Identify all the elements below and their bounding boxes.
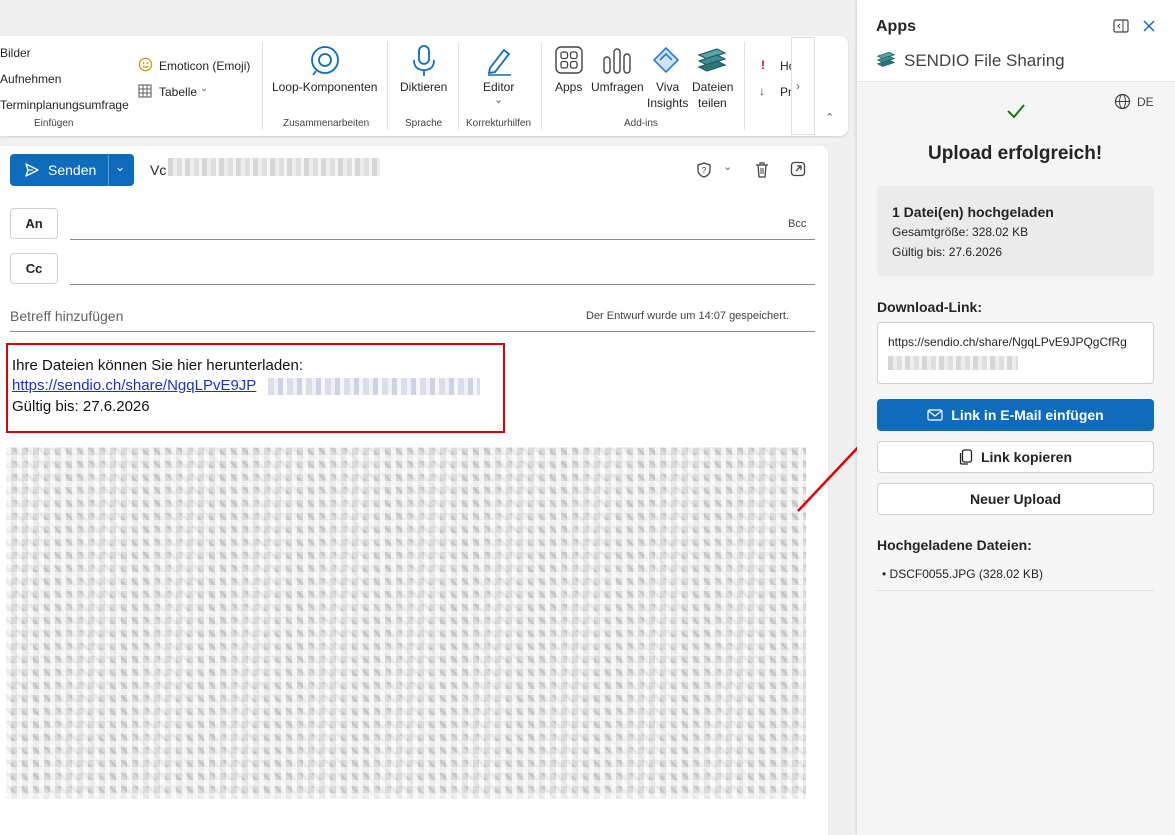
subject-input[interactable]: Betreff hinzufügen bbox=[10, 308, 123, 324]
ribbon-separator bbox=[262, 42, 263, 130]
draft-saved-status: Der Entwurf wurde um 14:07 gespeichert. bbox=[586, 310, 789, 322]
apps-grid-icon bbox=[555, 46, 583, 74]
globe-icon[interactable] bbox=[1114, 93, 1131, 110]
emoji-icon bbox=[138, 57, 153, 72]
editor-chevron-icon[interactable]: ⌄ bbox=[494, 93, 503, 106]
cc-input[interactable] bbox=[70, 257, 810, 283]
emoji-button[interactable]: Emoticon (Emoji) bbox=[159, 59, 250, 73]
ribbon-scroll-button[interactable] bbox=[791, 37, 815, 135]
apps-pane-title: Apps bbox=[876, 18, 916, 35]
ribbon-separator bbox=[387, 42, 388, 130]
copy-link-label: Link kopieren bbox=[980, 449, 1073, 465]
svg-text:?: ? bbox=[702, 166, 707, 175]
new-upload-button[interactable]: Neuer Upload bbox=[877, 483, 1154, 515]
table-icon bbox=[138, 84, 152, 98]
download-link-text[interactable]: https://sendio.ch/share/NgqLPvE9JPQgCfRg bbox=[888, 335, 1127, 349]
download-link-field[interactable] bbox=[877, 322, 1154, 384]
importance-icon: ! bbox=[761, 58, 765, 72]
download-link-label: Download-Link: bbox=[877, 299, 982, 315]
ribbon-separator bbox=[458, 42, 459, 130]
insert-link-label: Link in E-Mail einfügen bbox=[951, 407, 1104, 423]
send-icon bbox=[25, 163, 39, 177]
group-caption-proofing: Korrekturhilfen bbox=[466, 118, 532, 129]
summary-size: Gesamtgröße: 328.02 KB bbox=[892, 225, 1029, 239]
uploaded-file-item: • DSCF0055.JPG (328.02 KB) bbox=[882, 567, 1043, 581]
microphone-icon bbox=[413, 45, 435, 76]
loop-icon bbox=[311, 46, 339, 76]
language-selector[interactable]: DE bbox=[1137, 95, 1154, 109]
viva-insights-label-2[interactable]: Insights bbox=[647, 96, 688, 110]
record-button[interactable]: Aufnehmen bbox=[0, 72, 61, 86]
loop-components-button[interactable]: Loop-Komponenten bbox=[272, 80, 377, 94]
viva-insights-icon bbox=[652, 46, 680, 74]
delete-trash-icon[interactable] bbox=[754, 161, 770, 178]
dictate-button[interactable]: Diktieren bbox=[400, 80, 447, 94]
from-address-redacted bbox=[168, 158, 380, 176]
to-button[interactable]: An bbox=[10, 208, 58, 239]
group-caption-addins: Add-ins bbox=[624, 118, 658, 129]
group-caption-collab: Zusammenarbeiten bbox=[283, 118, 370, 129]
annotation-highlight-box bbox=[6, 343, 505, 433]
editor-pen-icon bbox=[487, 48, 511, 76]
sensitivity-shield-icon[interactable]: ? bbox=[696, 162, 712, 178]
from-field-prefix[interactable]: Vc bbox=[150, 162, 166, 178]
checkmark-icon bbox=[1007, 104, 1025, 119]
polls-icon bbox=[603, 48, 631, 74]
sensitivity-chevron-icon[interactable]: ⌄ bbox=[723, 160, 732, 173]
insert-link-button[interactable]: Link in E-Mail einfügen bbox=[877, 399, 1154, 431]
download-link-redacted bbox=[888, 356, 1018, 370]
summary-count: 1 Datei(en) hochgeladen bbox=[892, 204, 1054, 220]
app-name: SENDIO File Sharing bbox=[904, 51, 1065, 70]
ribbon-separator bbox=[541, 42, 542, 130]
to-input[interactable] bbox=[70, 212, 770, 238]
group-caption-insert: Einfügen bbox=[34, 118, 74, 129]
collapse-ribbon-icon[interactable]: ⌃ bbox=[825, 111, 834, 124]
polls-button[interactable]: Umfragen bbox=[591, 80, 644, 94]
pictures-button[interactable]: Bilder bbox=[0, 46, 31, 60]
copy-link-button[interactable]: Link kopieren bbox=[877, 441, 1154, 473]
low-importance-icon: ↓ bbox=[759, 84, 765, 98]
uploaded-files-label: Hochgeladene Dateien: bbox=[877, 537, 1032, 553]
scheduling-poll-button[interactable]: Terminplanungsumfrage bbox=[0, 98, 129, 112]
chevron-right-icon: › bbox=[796, 79, 800, 93]
cc-field-underline bbox=[70, 284, 815, 285]
mail-icon bbox=[927, 409, 943, 421]
copy-icon bbox=[959, 449, 973, 465]
send-options-chevron-icon[interactable]: ⌄ bbox=[115, 160, 125, 174]
email-body-redacted bbox=[6, 447, 806, 799]
summary-valid: Gültig bis: 27.6.2026 bbox=[892, 245, 1003, 259]
subject-underline bbox=[10, 331, 815, 332]
share-files-label-2[interactable]: teilen bbox=[698, 96, 727, 110]
editor-button[interactable]: Editor bbox=[483, 80, 514, 94]
share-files-label-1[interactable]: Dateien bbox=[692, 80, 733, 94]
upload-success-title: Upload erfolgreich! bbox=[928, 143, 1103, 164]
table-button[interactable]: Tabelle bbox=[159, 85, 197, 99]
close-icon[interactable] bbox=[1142, 19, 1156, 33]
apps-button[interactable]: Apps bbox=[555, 80, 582, 94]
sendio-logo-icon bbox=[876, 51, 896, 67]
bcc-button[interactable]: Bcc bbox=[788, 218, 806, 230]
ribbon-separator bbox=[744, 42, 745, 130]
file-list-divider bbox=[877, 590, 1154, 591]
new-upload-label: Neuer Upload bbox=[969, 491, 1061, 507]
viva-insights-label-1[interactable]: Viva bbox=[656, 80, 679, 94]
dock-pane-icon[interactable] bbox=[1113, 19, 1129, 33]
sendio-share-icon bbox=[697, 48, 727, 72]
pop-out-icon[interactable] bbox=[790, 161, 806, 177]
cc-button[interactable]: Cc bbox=[10, 253, 58, 284]
send-button[interactable]: Senden bbox=[48, 162, 96, 178]
to-field-underline bbox=[70, 239, 815, 240]
group-caption-voice: Sprache bbox=[405, 118, 443, 129]
send-split-divider bbox=[108, 154, 109, 186]
table-chevron-icon[interactable]: ⌄ bbox=[200, 83, 208, 94]
